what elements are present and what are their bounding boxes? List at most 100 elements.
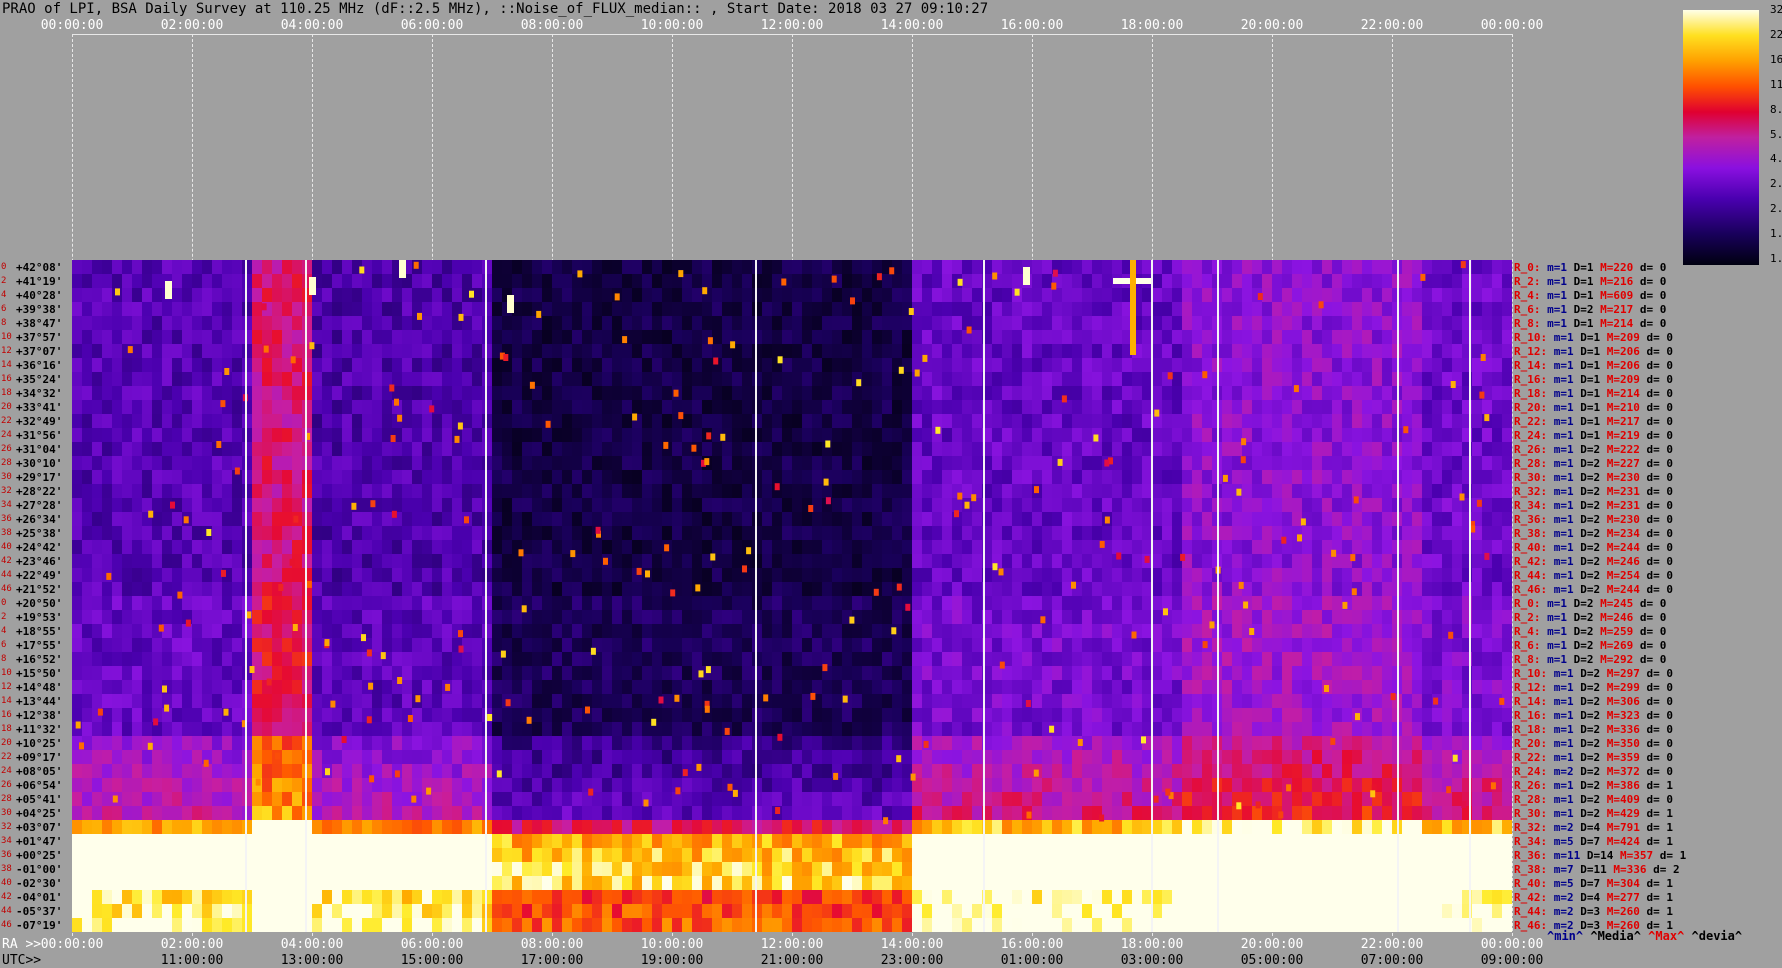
heat-cell (362, 456, 373, 471)
heat-cell (652, 330, 663, 345)
heat-cell (512, 876, 523, 891)
heat-cell (142, 428, 153, 443)
heat-cell (292, 274, 303, 289)
heat-cell (532, 624, 543, 639)
heat-cell (762, 288, 773, 303)
heat-cell (682, 820, 693, 835)
heat-cell (202, 834, 213, 849)
heat-cell (782, 848, 793, 863)
heat-cell (502, 526, 513, 541)
heat-cell (182, 638, 193, 653)
heat-cell (1082, 876, 1093, 891)
heat-cell (892, 414, 903, 429)
heat-cell (852, 638, 863, 653)
heat-cell (892, 820, 903, 835)
heat-cell (872, 456, 883, 471)
heat-cell (732, 260, 743, 275)
heat-cell (702, 358, 713, 373)
heat-cell (432, 834, 443, 849)
heat-cell (742, 400, 753, 415)
heat-cell (1082, 666, 1093, 681)
heat-cell (292, 484, 303, 499)
heat-cell (702, 610, 713, 625)
heat-cell (712, 736, 723, 751)
heat-cell (132, 344, 143, 359)
heat-cell (72, 890, 83, 905)
heat-cell (272, 568, 283, 583)
heat-cell (1002, 806, 1013, 821)
heat-cell (702, 498, 713, 513)
heat-cell (912, 484, 923, 499)
heat-cell (612, 778, 623, 793)
heat-cell (752, 764, 763, 779)
heat-cell (482, 386, 493, 401)
heat-cell (192, 554, 203, 569)
heat-cell (162, 806, 173, 821)
heat-cell (962, 820, 973, 835)
heat-cell (112, 596, 123, 611)
heat-cell (302, 918, 313, 932)
heat-cell (142, 540, 153, 555)
heat-cell (242, 358, 253, 373)
heat-cell (552, 582, 563, 597)
heat-cell (292, 876, 303, 891)
heat-cell (402, 624, 413, 639)
heat-cell (782, 750, 793, 765)
heat-cell (1102, 526, 1113, 541)
heat-cell (272, 694, 283, 709)
heat-cell (212, 554, 223, 569)
heat-cell (342, 302, 353, 317)
heat-cell (242, 848, 253, 863)
heat-cell (522, 820, 533, 835)
heat-cell (532, 792, 543, 807)
heat-cell (742, 330, 753, 345)
heat-cell (182, 722, 193, 737)
heat-cell (712, 680, 723, 695)
heat-cell (122, 694, 133, 709)
heat-cell (832, 862, 843, 877)
heat-cell (512, 526, 523, 541)
heat-cell (192, 596, 203, 611)
heat-cell (452, 526, 463, 541)
heat-cell (352, 526, 363, 541)
heat-cell (622, 484, 633, 499)
heat-cell (662, 302, 673, 317)
heat-cell (372, 806, 383, 821)
heat-cell (1012, 596, 1023, 611)
heat-cell (552, 484, 563, 499)
heat-cell (652, 512, 663, 527)
heat-cell (222, 344, 233, 359)
heat-cell (212, 512, 223, 527)
heat-cell (452, 764, 463, 779)
heat-cell (1082, 428, 1093, 443)
heat-cell (522, 428, 533, 443)
heat-cell (792, 876, 803, 891)
heat-cell (972, 400, 983, 415)
heat-cell (212, 582, 223, 597)
heat-cell (682, 386, 693, 401)
heat-cell (92, 498, 103, 513)
heat-cell (1082, 778, 1093, 793)
heat-cell (92, 764, 103, 779)
heat-cell (362, 596, 373, 611)
heat-cell (952, 540, 963, 555)
heat-cell (422, 708, 433, 723)
heat-cell (372, 862, 383, 877)
heat-cell (222, 778, 233, 793)
heat-cell (682, 596, 693, 611)
heat-cell (272, 722, 283, 737)
heat-cell (1012, 848, 1023, 863)
heat-cell (722, 652, 733, 667)
heat-cell (882, 344, 893, 359)
heat-cell (482, 484, 493, 499)
heat-cell (272, 638, 283, 653)
heat-cell (242, 568, 253, 583)
heat-cell (912, 708, 923, 723)
heat-cell (332, 568, 343, 583)
heat-cell (872, 624, 883, 639)
heat-cell (882, 596, 893, 611)
heat-cell (272, 540, 283, 555)
heat-cell (1032, 316, 1043, 331)
heat-cell (862, 834, 873, 849)
heat-cell (252, 708, 263, 723)
